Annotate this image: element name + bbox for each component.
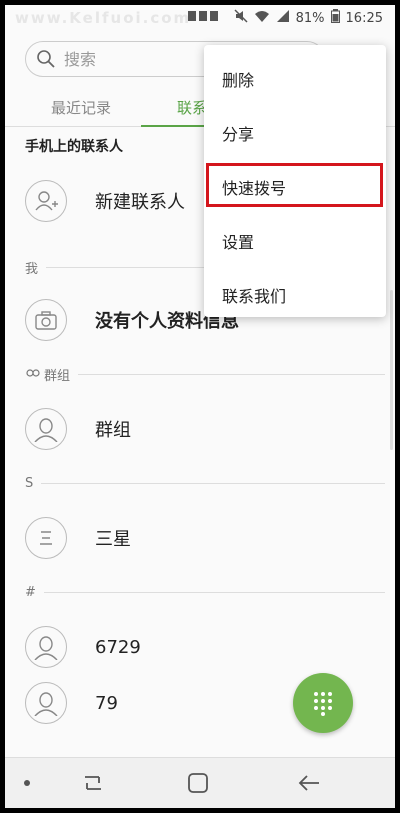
clock: 16:25 [345,10,383,26]
menu-item-settings[interactable]: 设置 [204,214,386,268]
contact-row-samsung[interactable]: 三星 [25,514,385,562]
scrollbar[interactable] [390,290,393,450]
groups-label: 群组 [95,420,131,441]
groups-row[interactable]: 群组 [25,405,385,453]
tab-contacts[interactable]: 联系 [177,97,207,118]
notification-icons [187,9,228,27]
camera-icon [25,299,67,341]
contact-6729-label: 6729 [95,636,141,658]
me-header-label: 我 [25,261,39,277]
samsung-avatar-icon [25,517,67,559]
person-silhouette-icon [25,626,67,668]
groups-header-text: 群组 [44,368,71,384]
battery-icon [330,9,340,27]
status-bar: www.Kelfuoi.com 81% 16:25 [5,5,395,31]
system-nav-bar [5,757,395,808]
menu-item-delete[interactable]: 删除 [204,52,386,106]
person-silhouette-icon [25,408,67,450]
home-icon[interactable] [187,770,209,796]
nav-dot-icon [23,770,31,796]
hash-header: # [25,583,385,601]
tab-recent[interactable]: 最近记录 [51,97,111,118]
back-icon[interactable] [297,770,321,796]
new-contact-label: 新建联系人 [95,192,185,213]
s-header: S [25,474,385,492]
battery-percent: 81% [295,10,325,26]
dialpad-icon [314,692,332,716]
recent-apps-icon[interactable] [81,770,105,796]
wifi-icon [254,9,270,27]
watermark: www.Kelfuoi.com [15,9,192,27]
menu-item-contact-us[interactable]: 联系我们 [204,268,386,322]
group-icon [26,369,40,377]
person-silhouette-icon [25,682,67,724]
menu-item-share[interactable]: 分享 [204,106,386,160]
groups-header-label: 群组 [25,365,70,384]
hash-header-label: # [25,584,36,600]
s-header-label: S [25,475,34,491]
speed-dial-highlight-box [206,163,383,207]
mute-icon [234,9,248,27]
search-icon [37,50,55,68]
dialpad-button[interactable] [293,673,353,733]
contact-row-6729[interactable]: 6729 [25,623,385,671]
section-title: 手机上的联系人 [25,139,123,155]
groups-header: 群组 [25,365,385,384]
contact-79-label: 79 [95,692,118,714]
signal-icon [276,9,290,27]
samsung-label: 三星 [95,529,131,550]
add-person-icon [25,180,67,222]
contacts-screen: www.Kelfuoi.com 81% 16:25 最近记录 联系 手机上的联系… [5,5,395,808]
